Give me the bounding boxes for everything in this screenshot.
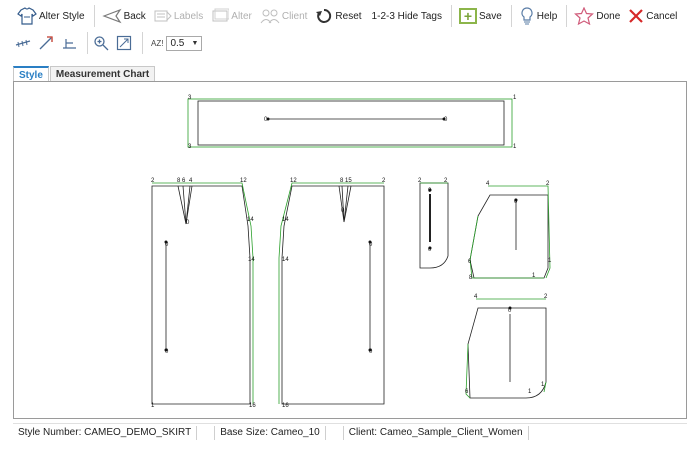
- vertex-label: 0: [165, 349, 169, 355]
- toolbar-divider: [450, 5, 452, 27]
- vertex-label: 1: [513, 144, 517, 150]
- zoom-in-icon[interactable]: [92, 34, 110, 52]
- status-spacer: [326, 425, 344, 440]
- fit-view-icon[interactable]: [115, 34, 133, 52]
- vertex-label: 12: [290, 178, 297, 184]
- base-size-status: Base Size: Cameo_10: [215, 425, 326, 440]
- tools-toolbar: AZ! 0.5 ▼: [0, 32, 700, 54]
- alter-label: Alter: [231, 10, 252, 22]
- measure-arrow-icon[interactable]: [37, 34, 55, 52]
- vertex-label: 3: [188, 95, 192, 101]
- toolbar-divider: [510, 5, 512, 27]
- back-arrow-icon: [101, 8, 122, 24]
- lightbulb-icon: [519, 7, 535, 25]
- cancel-button[interactable]: Cancel: [625, 4, 680, 28]
- reset-label: Reset: [335, 10, 362, 22]
- vertex-label: 14: [282, 257, 289, 263]
- pocket-top-piece: [469, 185, 551, 279]
- pattern-canvas[interactable]: 3 1 3 1 0 0 2 8 6 4 12 0 14 14 0 0 1 16 …: [13, 81, 687, 419]
- grade-tool-icon[interactable]: [60, 34, 78, 52]
- vertex-label: 0: [165, 242, 169, 248]
- style-number-status: Style Number: CAMEO_DEMO_SKIRT: [13, 425, 198, 440]
- done-button[interactable]: Done: [571, 4, 623, 28]
- client-status: Client: Cameo_Sample_Client_Women: [344, 425, 529, 440]
- tab-style[interactable]: Style: [13, 66, 49, 82]
- vertex-label: 1: [513, 95, 517, 101]
- scale-select[interactable]: 0.5 ▼: [166, 35, 203, 51]
- save-button[interactable]: + Save: [456, 4, 505, 28]
- tab-measurement-chart[interactable]: Measurement Chart: [49, 66, 156, 82]
- vertex-label: 6: [465, 389, 469, 395]
- chevron-down-icon: ▼: [191, 39, 199, 47]
- front-skirt-piece: [151, 182, 254, 405]
- waistband-labels: 3 1 3 1 0 0: [188, 95, 517, 150]
- scale-select-value: 0.5: [170, 37, 185, 49]
- hide-tags-button[interactable]: 1-2-3 Hide Tags: [367, 4, 445, 28]
- vertex-label: 16: [249, 403, 256, 409]
- toolbar-divider: [93, 5, 95, 27]
- size-selector-label: AZ!: [151, 38, 164, 48]
- save-label: Save: [478, 10, 502, 22]
- vertex-label: 14: [247, 217, 254, 223]
- reset-button[interactable]: Reset: [312, 4, 364, 28]
- vertex-label: 16: [282, 403, 289, 409]
- tshirt-icon: [17, 7, 37, 25]
- alter-icon: [211, 8, 230, 24]
- vertex-label: 0: [508, 308, 512, 314]
- cancel-label: Cancel: [646, 10, 678, 22]
- view-tabs: Style Measurement Chart: [13, 66, 156, 82]
- vertex-label: 0: [341, 208, 345, 214]
- vertex-label: 0: [444, 117, 448, 123]
- pattern-drawing: 3 1 3 1 0 0 2 8 6 4 12 0 14 14 0 0 1 16 …: [151, 95, 552, 409]
- main-toolbar: Alter Style Back Labels Alter Client Res…: [0, 0, 700, 32]
- done-label: Done: [596, 10, 621, 22]
- back-label: Back: [123, 10, 146, 22]
- client-button[interactable]: Client: [257, 4, 311, 28]
- vertex-label: 15: [345, 178, 352, 184]
- vertex-label: 14: [248, 257, 255, 263]
- vertex-label: 14: [282, 217, 289, 223]
- vertex-label: 2: [544, 294, 548, 300]
- alter-style-label: Alter Style: [39, 10, 85, 22]
- vertex-label: 6: [468, 259, 472, 265]
- help-label: Help: [536, 10, 558, 22]
- vertex-label: 2: [382, 178, 386, 184]
- labels-button[interactable]: Labels: [151, 4, 206, 28]
- vertex-label: 0: [369, 349, 373, 355]
- vertex-label: 12: [240, 178, 247, 184]
- reset-icon: [315, 7, 333, 25]
- client-label: Client: [281, 10, 308, 22]
- pocket-top-labels: 4 2 0 6 1 1 8: [468, 181, 552, 281]
- vertex-label: 1: [528, 389, 532, 395]
- status-spacer: [197, 425, 216, 440]
- pocket-bottom-piece: [465, 298, 547, 399]
- front-labels: 2 8 6 4 12 0 14 14 0 0 1 16: [151, 178, 256, 409]
- facing-labels: 2 2 0 0: [418, 178, 448, 253]
- seam-tool-icon[interactable]: [14, 34, 32, 52]
- waistband-piece: [187, 98, 513, 148]
- help-button[interactable]: Help: [516, 4, 561, 28]
- back-skirt-piece: [278, 182, 385, 405]
- facing-piece: [419, 182, 449, 269]
- toolbar-divider: [142, 32, 143, 54]
- vertex-label: 2: [546, 181, 550, 187]
- hide-tags-label: 1-2-3 Hide Tags: [371, 10, 442, 22]
- labels-label: Labels: [173, 10, 204, 22]
- toolbar-divider: [566, 5, 568, 27]
- alter-button[interactable]: Alter: [208, 4, 255, 28]
- client-users-icon: [260, 8, 280, 24]
- status-bar: Style Number: CAMEO_DEMO_SKIRT Base Size…: [13, 423, 687, 441]
- plus-save-icon: +: [458, 8, 477, 24]
- star-icon: [574, 7, 595, 25]
- labels-icon: [154, 8, 172, 24]
- vertex-label: 0: [428, 188, 432, 194]
- vertex-label: 1: [548, 258, 552, 264]
- vertex-label: 0: [369, 242, 373, 248]
- back-button[interactable]: Back: [99, 4, 149, 28]
- toolbar-divider: [87, 32, 88, 54]
- close-icon: [628, 8, 644, 24]
- alter-style-button[interactable]: Alter Style: [14, 4, 88, 28]
- vertex-label: 0: [186, 220, 190, 226]
